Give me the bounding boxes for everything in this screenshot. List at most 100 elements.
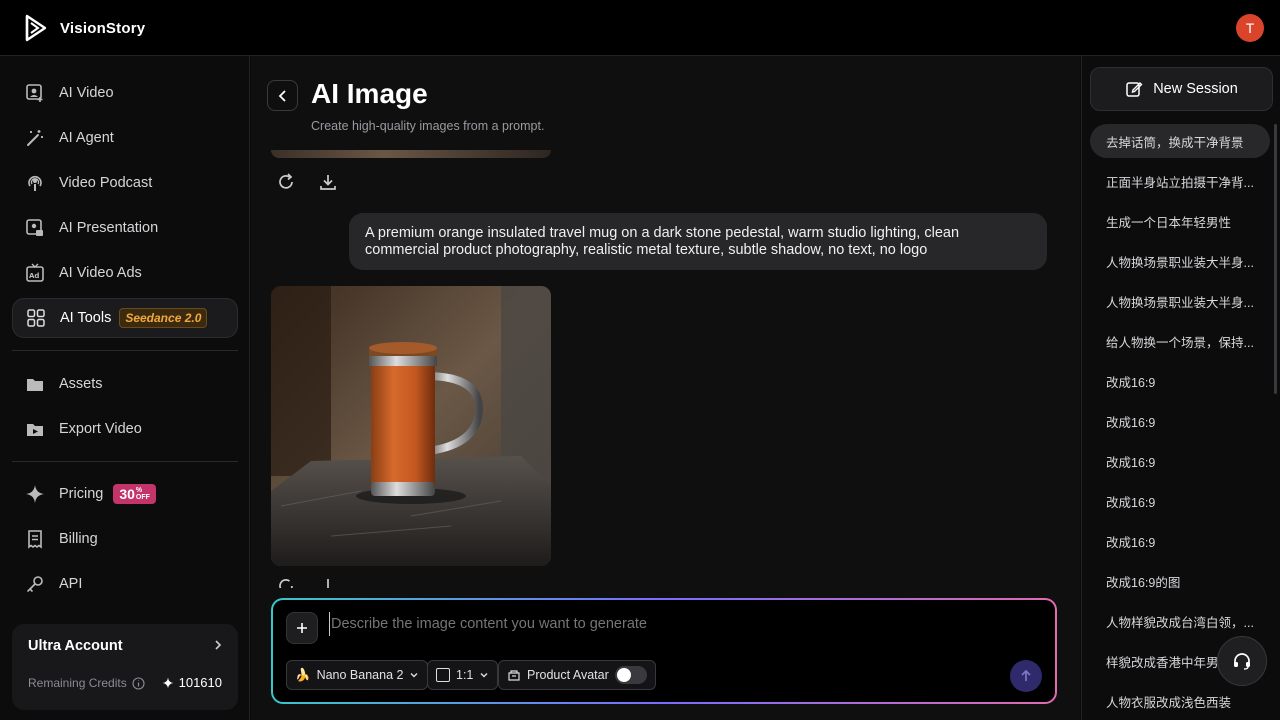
regenerate-icon[interactable] (275, 576, 297, 588)
banana-icon: 🍌 (295, 667, 311, 682)
session-item[interactable]: 给人物换一个场景，保持... (1090, 324, 1270, 358)
back-button[interactable] (267, 80, 298, 111)
session-item[interactable]: 改成16:9的图 (1090, 564, 1270, 598)
sidebar-item-ai-video-ads[interactable]: Ad AI Video Ads (12, 253, 238, 293)
info-icon[interactable] (132, 676, 145, 690)
chevron-down-icon (410, 673, 418, 678)
sidebar-item-label: AI Presentation (59, 220, 159, 236)
send-button[interactable] (1010, 660, 1042, 692)
sidebar-item-label: Export Video (59, 421, 142, 437)
regenerate-icon[interactable] (275, 171, 297, 193)
export-video-icon (25, 419, 45, 439)
product-avatar-label: Product Avatar (527, 668, 609, 682)
model-name: Nano Banana 2 (316, 668, 404, 682)
session-item[interactable]: 去掉话筒，换成干净背景 (1090, 124, 1270, 158)
product-box-icon (508, 670, 520, 681)
session-item[interactable]: 改成16:9 (1090, 444, 1270, 478)
session-item[interactable]: 人物换场景职业装大半身... (1090, 244, 1270, 278)
receipt-icon (25, 529, 45, 549)
sidebar-item-label: AI Video Ads (59, 265, 142, 281)
add-attachment-button[interactable] (286, 612, 318, 644)
brand[interactable]: VisionStory (24, 14, 145, 42)
sidebar-item-label: AI Agent (59, 130, 114, 146)
session-item[interactable]: 改成16:9 (1090, 364, 1270, 398)
seedance-badge: Seedance 2.0 (119, 308, 208, 328)
credits-label: Remaining Credits (28, 676, 145, 690)
session-sidebar: New Session 去掉话筒，换成干净背景 正面半身站立拍摄干净背... 生成一… (1081, 56, 1280, 720)
chevron-left-icon (278, 89, 286, 102)
sidebar-divider (12, 461, 238, 462)
sidebar-item-billing[interactable]: Billing (12, 519, 238, 559)
account-title: Ultra Account (28, 638, 123, 654)
session-scrollbar[interactable] (1274, 124, 1277, 394)
sidebar-item-label: Assets (59, 376, 103, 392)
top-bar: VisionStory T (0, 0, 1280, 56)
credits-value: 101610 (162, 675, 222, 690)
product-avatar-toggle[interactable] (614, 666, 647, 684)
folder-icon (25, 374, 45, 394)
sparkle-icon (25, 484, 45, 504)
account-card[interactable]: Ultra Account Remaining Credits 101610 (12, 624, 238, 710)
headset-icon (1234, 653, 1250, 670)
generated-image[interactable] (271, 286, 551, 566)
session-item[interactable]: 生成一个日本年轻男性 (1090, 204, 1270, 238)
sidebar-item-label: AI Tools (60, 310, 112, 326)
magic-wand-icon (25, 128, 45, 148)
sidebar-item-label: Pricing (59, 486, 104, 502)
discount-badge: 30 % OFF (113, 484, 156, 504)
sidebar-item-ai-video[interactable]: AI Video (12, 73, 238, 113)
session-item[interactable]: 改成16:9 (1090, 404, 1270, 438)
sidebar-item-ai-tools[interactable]: AI Tools Seedance 2.0 (12, 298, 238, 338)
session-item[interactable]: 改成16:9 (1090, 524, 1270, 558)
key-icon (25, 574, 45, 594)
sidebar-item-ai-agent[interactable]: AI Agent (12, 118, 238, 158)
support-button[interactable] (1217, 636, 1267, 686)
chevron-down-icon (480, 673, 488, 678)
square-icon (436, 668, 450, 682)
sidebar-item-api[interactable]: API (12, 564, 238, 604)
previous-image[interactable] (271, 150, 551, 158)
brand-name: VisionStory (60, 19, 146, 37)
svg-text:Ad: Ad (29, 272, 39, 280)
sidebar-item-ai-presentation[interactable]: AI Presentation (12, 208, 238, 248)
sidebar-item-label: Video Podcast (59, 175, 153, 191)
sidebar-item-assets[interactable]: Assets (12, 364, 238, 404)
sidebar-item-label: Billing (59, 531, 98, 547)
sidebar-item-video-podcast[interactable]: Video Podcast (12, 163, 238, 203)
sidebar-item-pricing[interactable]: Pricing 30 % OFF (12, 474, 238, 514)
edit-icon (1126, 82, 1143, 97)
user-avatar[interactable]: T (1236, 14, 1264, 42)
main-panel: AI Image Create high-quality images from… (251, 56, 1080, 720)
user-prompt-bubble: A premium orange insulated travel mug on… (349, 213, 1047, 270)
download-icon[interactable] (317, 171, 339, 193)
sidebar-divider (12, 350, 238, 351)
presentation-icon (25, 218, 45, 238)
credits-sparkle-icon (162, 677, 174, 688)
arrow-up-icon (1021, 669, 1031, 681)
ads-icon: Ad (25, 263, 45, 283)
model-select[interactable]: 🍌 Nano Banana 2 (286, 660, 429, 690)
session-item[interactable]: 人物衣服改成浅色西装 (1090, 684, 1270, 718)
session-item[interactable]: 改成16:9 (1090, 484, 1270, 518)
visionstory-logo-icon (25, 14, 47, 42)
sidebar-item-export-video[interactable]: Export Video (12, 409, 238, 449)
chevron-right-icon (212, 638, 224, 657)
page-subtitle: Create high-quality images from a prompt… (311, 119, 545, 133)
person-video-icon (25, 83, 45, 103)
prompt-composer: 🍌 Nano Banana 2 1:1 Product Avatar (271, 598, 1057, 704)
sidebar-item-label: API (59, 576, 83, 592)
grid-icon (26, 308, 46, 328)
product-avatar-toggle-chip[interactable]: Product Avatar (498, 660, 656, 690)
new-session-button[interactable]: New Session (1090, 67, 1273, 111)
aspect-ratio-value: 1:1 (456, 668, 474, 682)
session-item[interactable]: 人物样貌改成台湾白领，... (1090, 604, 1270, 638)
sidebar-item-label: AI Video (59, 85, 114, 101)
plus-icon (297, 623, 307, 633)
prompt-input[interactable] (329, 612, 1009, 636)
download-icon[interactable] (317, 576, 339, 588)
aspect-ratio-select[interactable]: 1:1 (427, 660, 499, 690)
session-item[interactable]: 正面半身站立拍摄干净背... (1090, 164, 1270, 198)
session-item[interactable]: 人物换场景职业装大半身... (1090, 284, 1270, 318)
page-title: AI Image (311, 78, 428, 109)
sidebar: AI Video AI Agent Video Podcast AI Prese… (0, 56, 250, 720)
